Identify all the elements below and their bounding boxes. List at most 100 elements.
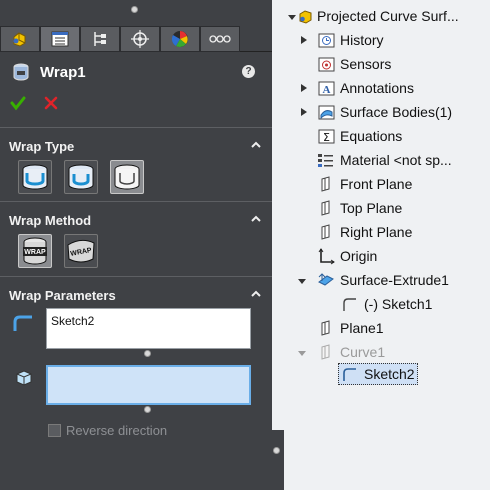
tree-item-surface-extrude[interactable]: Surface-Extrude1 [284,269,490,291]
spline-wrap-icon: WRAP [67,239,95,263]
tree-item-sketch1[interactable]: (-) Sketch1 [284,293,490,315]
tree-item-label: Material <not sp... [340,152,452,168]
tree-item-plane1[interactable]: Plane1 [284,317,490,339]
resize-grip[interactable] [144,406,151,413]
sketch-selection-icon [13,315,32,331]
group-wrap-parameters-header[interactable]: Wrap Parameters [0,283,272,307]
tree-item-right-plane[interactable]: Right Plane [284,221,490,243]
tree-item-label: (-) Sketch1 [364,296,433,312]
svg-text:A: A [323,84,331,96]
source-sketch-value: Sketch2 [51,314,95,328]
wrap-feature-icon [13,63,29,81]
source-sketch-selection-box[interactable]: Sketch2 [46,308,251,349]
tree-root[interactable]: Projected Curve Surf... [284,5,490,27]
group-wrap-type-header[interactable]: Wrap Type [0,134,272,158]
panel-splitter[interactable] [272,430,284,490]
annotations-icon: A [318,81,335,96]
tree-item-label: History [340,32,384,48]
help-icon[interactable]: ? [242,65,255,78]
configuration-manager-icon [94,32,106,46]
tab-feature-manager[interactable] [0,26,40,52]
separator [0,127,272,128]
expand-down-icon[interactable] [298,276,306,286]
top-grip[interactable] [0,0,272,22]
sensors-icon [318,57,335,72]
tree-item-origin[interactable]: Origin [284,245,490,267]
chevron-up-icon[interactable] [250,213,262,225]
chevron-up-icon[interactable] [250,139,262,151]
tab-dimxpert[interactable] [120,26,160,52]
emboss-icon [22,164,48,190]
dimxpert-icon [131,30,149,48]
expand-right-icon[interactable] [300,107,308,117]
expand-down-icon[interactable] [288,12,296,22]
tree-item-sensors[interactable]: Sensors [284,53,490,75]
tree-item-annotations[interactable]: A Annotations [284,77,490,99]
svg-text:Σ: Σ [323,131,330,144]
tab-display-manager[interactable] [160,26,200,52]
wrap-type-deboss-button[interactable] [64,160,98,194]
equations-icon: Σ [318,129,335,144]
reverse-direction-checkbox[interactable] [48,424,61,437]
tree-item-top-plane[interactable]: Top Plane [284,197,490,219]
material-icon [318,154,333,167]
tree-item-label: Plane1 [340,320,384,336]
ok-icon[interactable] [10,95,26,111]
part-icon [299,10,312,24]
resize-grip[interactable] [144,350,151,357]
tree-item-label: Front Plane [340,176,413,192]
face-selection-icon [16,370,32,386]
expand-right-icon[interactable] [300,35,308,45]
separator [0,201,272,202]
tree-item-curve1[interactable]: Curve1 [284,341,490,363]
group-wrap-parameters-label: Wrap Parameters [9,288,116,303]
analytical-wrap-icon: WRAP [23,237,47,265]
group-wrap-method-label: Wrap Method [9,213,92,228]
tree-item-label: Annotations [340,80,414,96]
plane-icon [321,200,330,216]
grip-dot[interactable] [131,6,138,13]
property-manager-icon [51,31,69,47]
plane-icon [321,320,330,336]
tree-item-label: Sensors [340,56,392,72]
expand-down-icon[interactable] [298,348,306,358]
tree-item-label: Equations [340,128,403,144]
manager-tabs [0,26,272,52]
plane-icon [321,176,330,192]
separator [0,276,272,277]
chevron-up-icon[interactable] [250,288,262,300]
surface-bodies-icon [318,105,335,120]
wrap-method-analytical-button[interactable]: WRAP [18,234,52,268]
history-icon [318,33,335,48]
tab-more[interactable] [200,26,240,52]
tree-item-surface-bodies[interactable]: Surface Bodies(1) [284,101,490,123]
wrap-method-spline-button[interactable]: WRAP [64,234,98,268]
tree-item-equations[interactable]: Σ Equations [284,125,490,147]
origin-icon [318,248,335,265]
wrap-type-emboss-button[interactable] [18,160,52,194]
tree-item-label: Top Plane [340,200,403,216]
tab-property-manager[interactable] [40,26,80,52]
tree-item-label: Right Plane [340,224,413,240]
expand-right-icon[interactable] [300,83,308,93]
tree-item-sketch2[interactable]: Sketch2 [284,363,490,385]
wrap-label: WRAP [24,249,46,256]
cancel-icon[interactable] [44,96,58,110]
page-title: Wrap1 [40,64,86,81]
face-selection-box[interactable] [46,365,251,405]
tree-item-label: Curve1 [340,344,386,360]
tree-item-label: Surface-Extrude1 [340,272,449,288]
surface-extrude-icon [318,273,334,286]
plane-icon [321,224,330,240]
wrap-type-scribe-button[interactable] [110,160,144,194]
tab-configuration-manager[interactable] [80,26,120,52]
tree-item-front-plane[interactable]: Front Plane [284,173,490,195]
group-wrap-method-header[interactable]: Wrap Method [0,208,272,232]
tree-item-label: Surface Bodies(1) [340,104,453,120]
tree-item-history[interactable]: History [284,29,490,51]
splitter-grip[interactable] [273,447,280,454]
tree-item-material[interactable]: Material <not sp... [284,149,490,171]
sketch-icon [343,298,356,311]
more-icon [209,35,231,43]
group-wrap-type-label: Wrap Type [9,139,75,154]
